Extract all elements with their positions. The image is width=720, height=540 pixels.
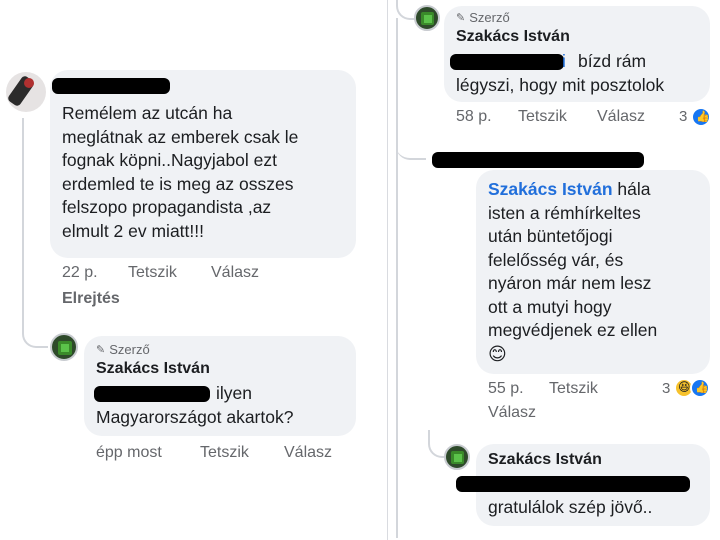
reply-time[interactable]: épp most <box>96 444 162 462</box>
redacted-mention <box>456 476 690 492</box>
mention-tail[interactable]: i <box>562 50 566 74</box>
author-name[interactable]: Szakács István <box>456 28 570 46</box>
reply-text: Szakács István hála isten a rémhírkeltes… <box>488 178 704 366</box>
redacted-mention <box>450 54 564 70</box>
redacted-name <box>432 152 644 168</box>
comment-bubble: Remélem az utcán ha meglátnak az emberek… <box>50 70 356 258</box>
pencil-icon: ✎ <box>96 344 106 356</box>
reply-text-line1: ilyen <box>216 383 252 403</box>
like-reaction-icon[interactable]: 👍 <box>690 378 710 398</box>
comment-text: Remélem az utcán ha meglátnak az emberek… <box>62 103 299 241</box>
pencil-icon: ✎ <box>456 12 466 24</box>
author-avatar[interactable] <box>444 444 470 470</box>
like-button[interactable]: Tetszik <box>518 108 567 126</box>
reply-text-line2: Magyarországot akartok? <box>96 407 294 427</box>
thread-connector <box>396 140 426 160</box>
author-badge: ✎ Szerző <box>96 342 150 357</box>
reply-text-line1: bízd rám <box>578 51 647 71</box>
reply-time[interactable]: 58 p. <box>456 108 492 126</box>
thread-connector <box>22 118 48 348</box>
reaction-count[interactable]: 3 <box>662 380 670 397</box>
author-avatar[interactable] <box>50 333 78 361</box>
reply-bubble: ✎ Szerző Szakács István i bízd rám légys… <box>444 6 710 102</box>
author-name[interactable]: Szakács István <box>96 360 210 378</box>
comment-time[interactable]: 22 p. <box>62 264 98 282</box>
panel-divider <box>387 0 388 540</box>
like-button[interactable]: Tetszik <box>200 444 249 462</box>
author-avatar[interactable] <box>414 5 440 31</box>
thread-line <box>396 18 398 538</box>
reply-bubble: Szakács István hála isten a rémhírkeltes… <box>476 170 710 374</box>
redacted-name <box>52 78 170 94</box>
reply-bubble: ✎ Szerző Szakács István ilyen Magyarorsz… <box>84 336 356 436</box>
reaction-count[interactable]: 3 <box>679 108 687 125</box>
like-button[interactable]: Tetszik <box>549 380 598 398</box>
reply-text-line2: légyszi, hogy mit posztolok <box>456 75 665 95</box>
author-badge: ✎ Szerző <box>456 10 510 25</box>
reply-text: gratulálok szép jövő.. <box>488 497 653 517</box>
smile-emoji: 😊 <box>488 343 507 364</box>
reply-button[interactable]: Válasz <box>211 264 259 282</box>
reply-time[interactable]: 55 p. <box>488 380 524 398</box>
hide-button[interactable]: Elrejtés <box>62 290 120 308</box>
author-name[interactable]: Szakács István <box>488 451 602 469</box>
reply-button[interactable]: Válasz <box>488 404 536 422</box>
redacted-mention <box>94 386 210 402</box>
like-button[interactable]: Tetszik <box>128 264 177 282</box>
like-reaction-icon[interactable]: 👍 <box>691 107 711 127</box>
commenter-avatar[interactable] <box>6 72 46 112</box>
reply-button[interactable]: Válasz <box>597 108 645 126</box>
mention-link[interactable]: Szakács István <box>488 179 613 199</box>
reply-bubble: Szakács István gratulálok szép jövő.. <box>456 444 710 526</box>
thread-connector <box>396 0 416 20</box>
reply-button[interactable]: Válasz <box>284 444 332 462</box>
